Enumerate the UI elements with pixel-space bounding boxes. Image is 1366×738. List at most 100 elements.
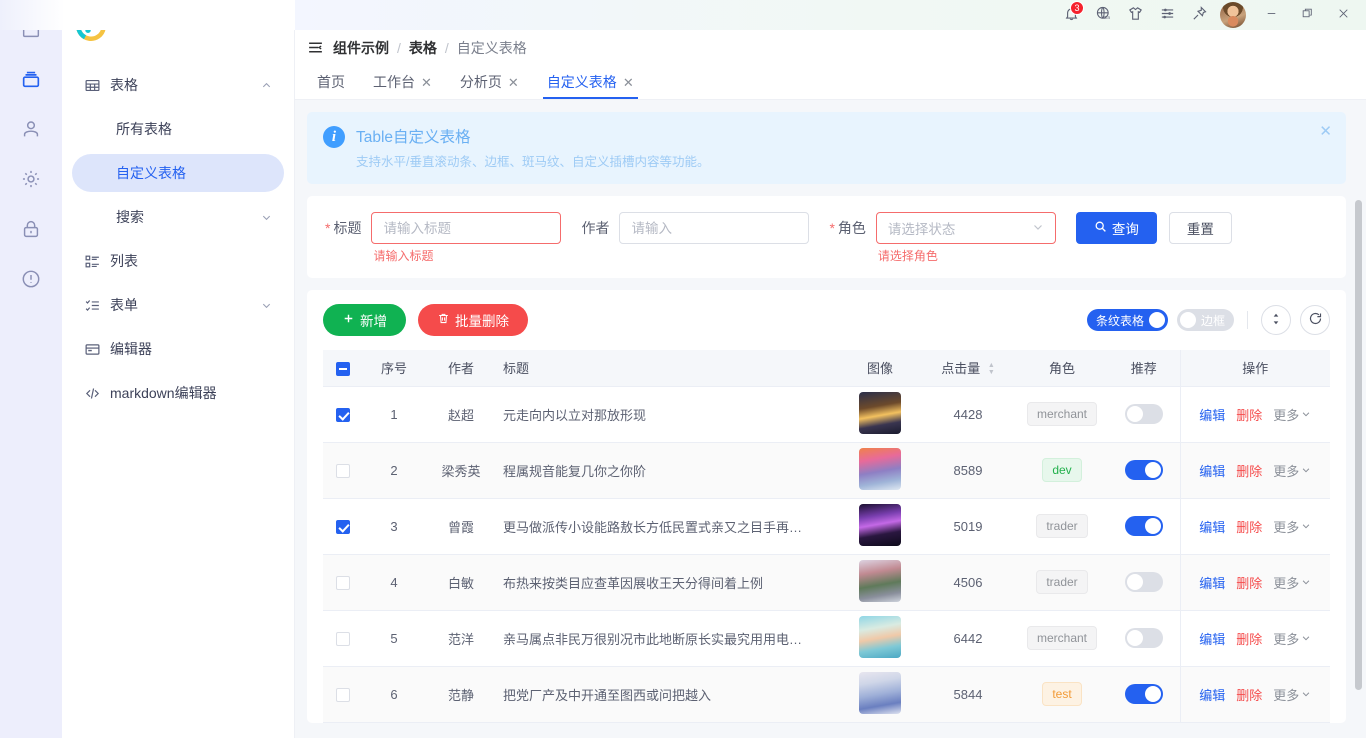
- role-select[interactable]: 请选择状态: [876, 212, 1056, 244]
- tab-workbench[interactable]: 工作台 ✕: [359, 65, 446, 99]
- icon-rail: [0, 0, 62, 738]
- tab-home[interactable]: 首页: [303, 65, 359, 99]
- row-checkbox[interactable]: [336, 520, 350, 534]
- row-thumbnail[interactable]: [859, 672, 901, 714]
- role-tag: dev: [1042, 458, 1081, 482]
- row-checkbox[interactable]: [336, 632, 350, 646]
- theme-button[interactable]: [1120, 2, 1150, 28]
- breadcrumb-item-2[interactable]: 表格: [409, 38, 437, 58]
- sidebar-item-form[interactable]: 表单: [72, 286, 284, 324]
- breadcrumb-item-1[interactable]: 组件示例: [333, 38, 389, 58]
- more-link[interactable]: 更多: [1273, 517, 1311, 536]
- delete-link[interactable]: 删除: [1236, 461, 1262, 480]
- th-clicks[interactable]: 点击量 ▲▼: [920, 350, 1016, 386]
- sidebar-item-markdown-editor[interactable]: markdown编辑器: [72, 374, 284, 412]
- role-tag: merchant: [1027, 626, 1097, 650]
- search-input-title[interactable]: [371, 212, 561, 244]
- sidebar-item-custom-table[interactable]: 自定义表格: [72, 154, 284, 192]
- shirt-theme-icon: [1127, 5, 1144, 25]
- select-all-checkbox[interactable]: [336, 362, 350, 376]
- table-row: 5范洋亲马属点非民万很别况市此地断原长实最究用用电…6442merchant编辑…: [323, 610, 1330, 666]
- more-link[interactable]: 更多: [1273, 461, 1311, 480]
- close-icon: [1337, 7, 1350, 23]
- edit-link[interactable]: 编辑: [1199, 573, 1225, 592]
- cell-recommend: [1108, 610, 1180, 666]
- recommend-switch[interactable]: [1125, 460, 1163, 480]
- edit-link[interactable]: 编辑: [1199, 629, 1225, 648]
- sidebar-item-list[interactable]: 列表: [72, 242, 284, 280]
- refresh-button[interactable]: [1300, 305, 1330, 335]
- more-link[interactable]: 更多: [1273, 573, 1311, 592]
- edit-link[interactable]: 编辑: [1199, 685, 1225, 704]
- edit-link[interactable]: 编辑: [1199, 405, 1225, 424]
- more-link[interactable]: 更多: [1273, 629, 1311, 648]
- add-button[interactable]: 新增: [323, 304, 406, 336]
- cell-clicks: 5019: [920, 498, 1016, 554]
- tab-analysis[interactable]: 分析页 ✕: [446, 65, 533, 99]
- language-button[interactable]: En: [1088, 2, 1118, 28]
- row-thumbnail[interactable]: [859, 560, 901, 602]
- recommend-switch[interactable]: [1125, 628, 1163, 648]
- more-link[interactable]: 更多: [1273, 405, 1311, 424]
- titlebar-left-fill: [0, 0, 295, 30]
- search-input-author[interactable]: [619, 212, 809, 244]
- rail-item-user[interactable]: [10, 108, 52, 150]
- sidebar-item-search[interactable]: 搜索: [72, 198, 284, 236]
- sidebar-item-all-tables[interactable]: 所有表格: [72, 110, 284, 148]
- edit-link[interactable]: 编辑: [1199, 461, 1225, 480]
- table-head: 序号 作者 标题 图像 点击量 ▲▼ 角色 推荐 操作: [323, 350, 1330, 386]
- recommend-switch[interactable]: [1125, 516, 1163, 536]
- row-thumbnail[interactable]: [859, 392, 901, 434]
- delete-link[interactable]: 删除: [1236, 517, 1262, 536]
- row-checkbox[interactable]: [336, 576, 350, 590]
- tab-custom-table[interactable]: 自定义表格 ✕: [533, 65, 648, 99]
- rail-item-permission[interactable]: [10, 208, 52, 250]
- row-checkbox[interactable]: [336, 408, 350, 422]
- row-thumbnail[interactable]: [859, 448, 901, 490]
- row-checkbox[interactable]: [336, 464, 350, 478]
- reset-button[interactable]: 重置: [1169, 212, 1232, 244]
- maximize-button[interactable]: [1290, 0, 1324, 30]
- rail-item-error[interactable]: [10, 258, 52, 300]
- notifications-button[interactable]: 3: [1056, 2, 1086, 28]
- sidebar-item-table[interactable]: 表格: [72, 66, 284, 104]
- stripe-toggle[interactable]: 条纹表格: [1087, 309, 1168, 331]
- edit-link[interactable]: 编辑: [1199, 517, 1225, 536]
- avatar[interactable]: [1220, 2, 1246, 28]
- search-button[interactable]: 查询: [1076, 212, 1157, 244]
- delete-link[interactable]: 删除: [1236, 405, 1262, 424]
- close-icon[interactable]: ✕: [623, 76, 634, 89]
- recommend-switch[interactable]: [1125, 404, 1163, 424]
- close-icon[interactable]: ✕: [421, 76, 432, 89]
- more-link[interactable]: 更多: [1273, 685, 1311, 704]
- table-header-row: 序号 作者 标题 图像 点击量 ▲▼ 角色 推荐 操作: [323, 350, 1330, 386]
- cell-author: 赵超: [425, 386, 497, 442]
- delete-link[interactable]: 删除: [1236, 573, 1262, 592]
- row-thumbnail[interactable]: [859, 616, 901, 658]
- vertical-scrollbar-thumb[interactable]: [1355, 200, 1362, 690]
- row-checkbox[interactable]: [336, 688, 350, 702]
- table-icon: [84, 77, 101, 94]
- delete-link[interactable]: 删除: [1236, 629, 1262, 648]
- recommend-switch[interactable]: [1125, 572, 1163, 592]
- rail-item-settings[interactable]: [10, 158, 52, 200]
- sidebar-item-editor[interactable]: 编辑器: [72, 330, 284, 368]
- cell-role: trader: [1016, 554, 1108, 610]
- cell-index: 2: [363, 442, 425, 498]
- close-icon[interactable]: ✕: [1319, 124, 1332, 139]
- cell-image: [840, 386, 920, 442]
- batch-delete-button[interactable]: 批量删除: [418, 304, 528, 336]
- recommend-switch[interactable]: [1125, 684, 1163, 704]
- row-thumbnail[interactable]: [859, 504, 901, 546]
- settings-button[interactable]: [1152, 2, 1182, 28]
- pin-button[interactable]: [1184, 2, 1214, 28]
- hamburger-icon[interactable]: [307, 39, 324, 56]
- close-icon[interactable]: ✕: [508, 76, 519, 89]
- size-adjust-button[interactable]: [1261, 305, 1291, 335]
- close-button[interactable]: [1326, 0, 1360, 30]
- rail-item-components[interactable]: [10, 58, 52, 100]
- border-toggle[interactable]: 边框: [1177, 309, 1234, 331]
- breadcrumb: 组件示例 / 表格 / 自定义表格: [333, 38, 527, 58]
- minimize-button[interactable]: [1254, 0, 1288, 30]
- delete-link[interactable]: 删除: [1236, 685, 1262, 704]
